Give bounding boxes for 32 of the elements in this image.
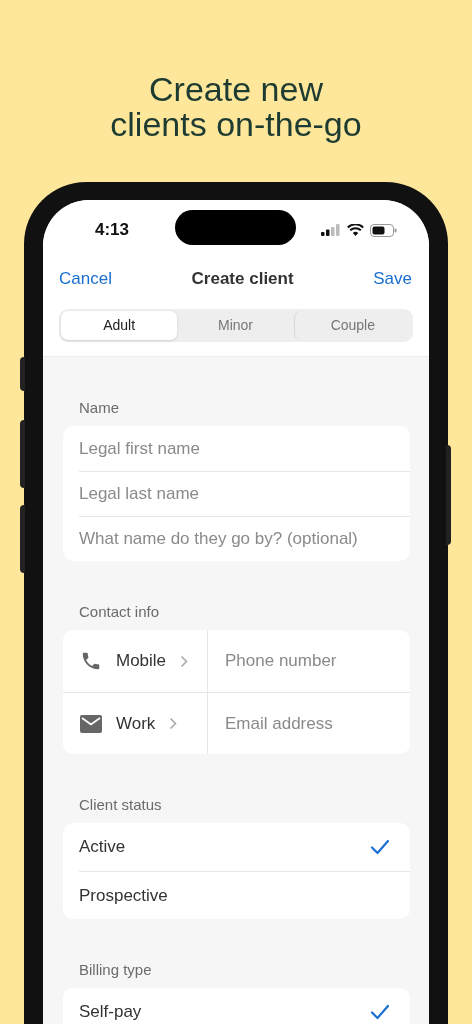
section-title: Name <box>79 398 119 418</box>
input-field[interactable]: Legal first name <box>79 435 394 462</box>
option-row[interactable]: Active <box>79 823 410 871</box>
type-selector[interactable]: Mobile <box>116 648 189 674</box>
section-title: Contact info <box>79 602 160 622</box>
phone-icon <box>80 650 102 672</box>
chevron-icon <box>180 654 189 668</box>
segment-tab[interactable]: Minor <box>177 311 294 340</box>
input-field[interactable]: Email address <box>225 710 398 737</box>
option-row[interactable]: Self-pay <box>79 988 410 1024</box>
signal-icon <box>321 224 341 236</box>
input-field[interactable]: What name do they go by? (optional) <box>79 526 394 552</box>
cancel-button[interactable]: Cancel <box>59 266 112 292</box>
chevron-icon <box>169 717 178 730</box>
section-title: Client status <box>79 795 162 815</box>
input-field[interactable]: Phone number <box>225 648 398 674</box>
segment-tab[interactable]: Couple <box>293 311 411 340</box>
status-time: 4:13 <box>95 219 131 242</box>
input-field[interactable]: Legal last name <box>79 481 394 507</box>
option-label: Prospective <box>79 884 168 907</box>
type-selector[interactable]: Work <box>116 710 178 737</box>
save-button[interactable]: Save <box>373 266 412 292</box>
option-label: Self-pay <box>79 1000 142 1023</box>
option-row[interactable]: Prospective <box>79 871 410 919</box>
segment-tab[interactable]: Adult <box>61 311 178 340</box>
mail-icon <box>80 714 102 733</box>
option-label: Active <box>79 836 126 859</box>
headline: Create new clients on-the-go <box>110 72 362 142</box>
battery-icon <box>370 223 397 237</box>
wifi-icon <box>347 224 364 236</box>
screen-title: Create client <box>191 268 294 291</box>
section-title: Billing type <box>79 960 152 980</box>
